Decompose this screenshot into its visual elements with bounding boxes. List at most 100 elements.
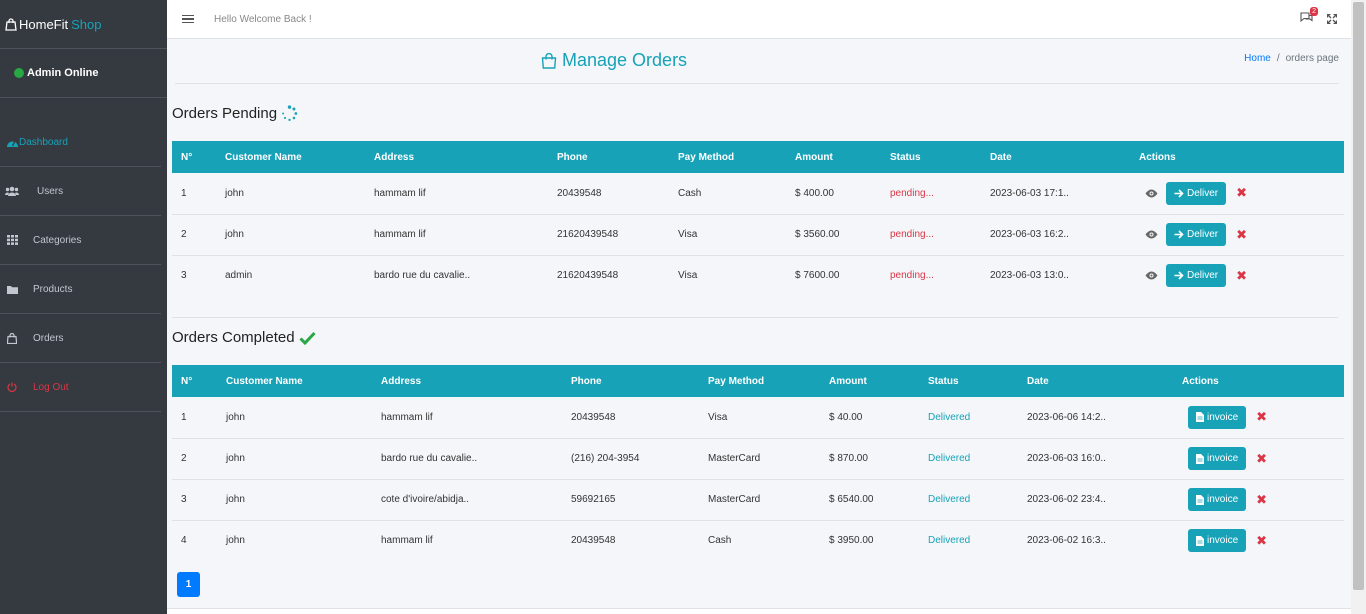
sidebar-item-products[interactable]: Products	[0, 265, 161, 314]
customer-name: john	[226, 494, 245, 505]
delete-icon[interactable]: ✖	[1256, 533, 1267, 549]
address: hammam lif	[374, 187, 426, 199]
pending-section-title: Orders Pending	[172, 105, 298, 122]
deliver-button[interactable]: Deliver	[1166, 264, 1227, 288]
invoice-button[interactable]: invoice	[1188, 447, 1247, 470]
order-number: 4	[181, 535, 187, 547]
sidebar-item-label: Dashboard	[19, 136, 68, 148]
document-icon	[1196, 494, 1204, 505]
document-icon	[1196, 535, 1204, 546]
phone: 21620439548	[557, 229, 619, 240]
delete-icon[interactable]: ✖	[1256, 451, 1267, 467]
delete-icon[interactable]: ✖	[1256, 492, 1267, 508]
customer-name: admin	[225, 270, 253, 282]
row-actions: invoice ✖	[1173, 479, 1344, 520]
welcome-text: Hello Welcome Back !	[214, 13, 312, 25]
address: bardo rue du cavalie..	[374, 270, 471, 282]
address: hammam lif	[381, 535, 433, 547]
order-number: 1	[181, 411, 187, 423]
column-header: N°	[181, 151, 193, 163]
row-actions: Deliver ✖	[1130, 214, 1344, 255]
status-badge: Delivered	[928, 535, 971, 547]
pay-method: Visa	[678, 270, 698, 282]
eye-icon[interactable]	[1145, 230, 1158, 239]
phone: 20439548	[571, 411, 616, 423]
deliver-label: Deliver	[1187, 270, 1219, 282]
phone: 21620439548	[557, 270, 619, 282]
invoice-button[interactable]: invoice	[1188, 488, 1247, 511]
scrollbar-thumb[interactable]	[1353, 2, 1364, 590]
sidebar-item-users[interactable]: Users	[0, 167, 161, 216]
row-actions: invoice ✖	[1173, 438, 1344, 479]
status-badge: Delivered	[928, 453, 971, 464]
amount: $ 7600.00	[795, 270, 840, 282]
section-divider	[172, 317, 1338, 318]
column-header: Actions	[1139, 151, 1176, 163]
pending-title-text: Orders Pending	[172, 105, 278, 122]
delete-icon[interactable]: ✖	[1256, 409, 1267, 425]
brand-logo[interactable]: HomeFit Shop	[0, 0, 167, 49]
folder-icon	[5, 283, 19, 295]
pending-orders-table: N° Customer Name Address Phone Pay Metho…	[172, 141, 1344, 296]
sidebar-item-logout[interactable]: Log Out	[0, 363, 161, 412]
column-header: Actions	[1182, 375, 1219, 387]
power-icon	[5, 381, 19, 393]
sidebar-item-categories[interactable]: Categories	[0, 216, 161, 265]
order-number: 2	[181, 229, 187, 240]
address: hammam lif	[374, 229, 426, 240]
hamburger-menu-icon[interactable]	[182, 13, 194, 26]
column-header: Date	[990, 151, 1012, 163]
brand-accent: Shop	[71, 16, 102, 32]
delete-icon[interactable]: ✖	[1236, 268, 1247, 284]
order-date: 2023-06-03 17:1..	[990, 187, 1069, 199]
sidebar-item-label: Orders	[33, 332, 64, 344]
column-header: Status	[890, 151, 921, 163]
document-icon	[1196, 453, 1204, 464]
sidebar-item-dashboard[interactable]: Dashboard	[0, 118, 161, 167]
delete-icon[interactable]: ✖	[1236, 227, 1247, 243]
amount: $ 3950.00	[829, 535, 874, 547]
tachometer-icon	[5, 136, 19, 148]
invoice-button[interactable]: invoice	[1188, 405, 1247, 429]
fullscreen-icon[interactable]	[1327, 14, 1337, 24]
order-date: 2023-06-02 23:4..	[1027, 494, 1106, 505]
pay-method: MasterCard	[708, 494, 761, 505]
top-navbar: Hello Welcome Back ! 2	[167, 0, 1351, 39]
sidebar: HomeFit Shop Admin Online Dashboard User…	[0, 0, 167, 614]
delete-icon[interactable]: ✖	[1236, 185, 1247, 201]
sidebar-item-label: Log Out	[33, 381, 69, 393]
amount: $ 40.00	[829, 411, 863, 423]
pagination-page-1[interactable]: 1	[177, 572, 200, 597]
admin-status-label: Admin Online	[27, 67, 99, 79]
grid-icon	[5, 234, 19, 246]
table-row: 2 john bardo rue du cavalie.. (216) 204-…	[172, 438, 1344, 479]
deliver-button[interactable]: Deliver	[1166, 181, 1227, 205]
column-header: Amount	[795, 151, 833, 163]
table-header-row: N° Customer Name Address Phone Pay Metho…	[172, 141, 1344, 173]
breadcrumb-home[interactable]: Home	[1244, 53, 1271, 64]
sidebar-item-orders[interactable]: Orders	[0, 314, 161, 363]
pay-method: Visa	[708, 411, 728, 423]
messages-button[interactable]: 2	[1300, 7, 1318, 26]
eye-icon[interactable]	[1145, 271, 1158, 280]
column-header: Customer Name	[226, 375, 303, 387]
page-title-text: Manage Orders	[562, 50, 688, 70]
footer	[167, 608, 1351, 614]
table-row: 3 admin bardo rue du cavalie.. 216204395…	[172, 255, 1344, 296]
column-header: Pay Method	[708, 375, 765, 387]
invoice-button[interactable]: invoice	[1188, 529, 1247, 553]
pay-method: Cash	[708, 535, 732, 547]
customer-name: john	[226, 411, 245, 423]
customer-name: john	[226, 535, 245, 547]
address: bardo rue du cavalie..	[381, 453, 478, 464]
status-badge: pending...	[890, 229, 934, 240]
breadcrumb: Home / orders page	[1244, 53, 1339, 64]
pay-method: Visa	[678, 229, 698, 240]
eye-icon[interactable]	[1145, 189, 1158, 198]
deliver-button[interactable]: Deliver	[1166, 223, 1227, 246]
vertical-scrollbar[interactable]	[1351, 0, 1366, 614]
document-icon	[1196, 412, 1204, 423]
amount: $ 400.00	[795, 187, 834, 199]
column-header: Customer Name	[225, 151, 302, 163]
spinner-icon	[282, 105, 298, 122]
